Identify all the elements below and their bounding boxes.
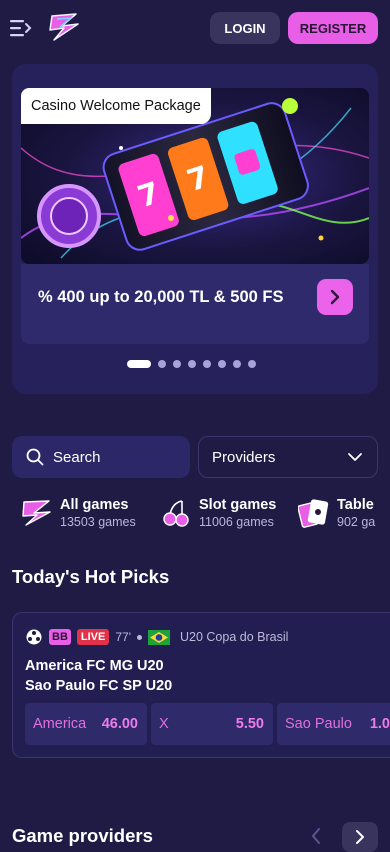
chevron-left-icon[interactable] [306,824,326,848]
hot-picks-title: Today's Hot Picks [12,566,170,587]
category-count: 11006 games [199,515,274,529]
chevron-right-icon [356,830,364,844]
sport-badge: BB [49,629,71,645]
odd-home-button[interactable]: America 46.00 [25,703,147,745]
cards-icon [298,499,329,528]
match-minute: 77' [115,630,131,644]
carousel-dot[interactable] [203,360,211,368]
banner-tag: Casino Welcome Package [21,88,211,124]
carousel-dot[interactable] [248,360,256,368]
login-button[interactable]: LOGIN [210,12,280,44]
menu-icon[interactable] [10,18,32,38]
league-name: U20 Copa do Brasil [179,630,289,644]
cherries-icon [163,500,189,527]
all-games-icon [22,500,51,526]
register-button[interactable]: REGISTER [288,12,378,44]
odd-draw-button[interactable]: X 5.50 [151,703,273,745]
carousel-dot[interactable] [127,360,151,368]
category-count: 902 ga [337,515,376,529]
search-label: Search [53,448,101,466]
away-team: Sao Paulo FC SP U20 [25,678,173,694]
category-name: All games [60,497,129,513]
banner-next-button[interactable] [317,279,353,315]
brand-logo[interactable] [48,12,82,42]
providers-next-button[interactable] [342,822,378,852]
home-team: America FC MG U20 [25,658,164,674]
brazil-flag-icon [147,629,170,645]
carousel-dot[interactable] [173,360,181,368]
providers-dropdown[interactable]: Providers [198,436,378,478]
odd-label: X [159,716,169,732]
odd-label: Sao Paulo [285,716,352,732]
game-categories: All games 13503 games Slot games 11006 g… [0,492,390,538]
odd-value: 5.50 [235,716,264,732]
top-bar: LOGIN REGISTER [0,0,390,56]
carousel-dots [127,360,256,368]
carousel-dot[interactable] [188,360,196,368]
odd-value: 46.00 [101,716,138,732]
category-name: Slot games [199,497,277,513]
banner-promo-text: % 400 up to 20,000 TL & 500 FS [38,288,284,306]
category-name: Table [337,497,374,513]
odd-label: America [33,716,87,732]
search-icon [26,448,44,466]
search-input[interactable]: Search [12,436,190,478]
match-meta-row: BB LIVE 77' U20 Copa do Brasil [25,628,288,646]
carousel-dot[interactable] [233,360,241,368]
providers-label: Providers [212,448,276,466]
basketball-icon [26,629,42,645]
separator-dot [136,634,142,640]
category-count: 13503 games [60,515,136,529]
chevron-right-icon [330,289,340,305]
live-badge: LIVE [76,629,110,645]
odd-away-button[interactable]: Sao Paulo 1.0 [277,703,390,745]
carousel-dot[interactable] [158,360,166,368]
chevron-down-icon [348,453,362,461]
odd-value: 1.0 [369,716,390,732]
carousel-dot[interactable] [218,360,226,368]
